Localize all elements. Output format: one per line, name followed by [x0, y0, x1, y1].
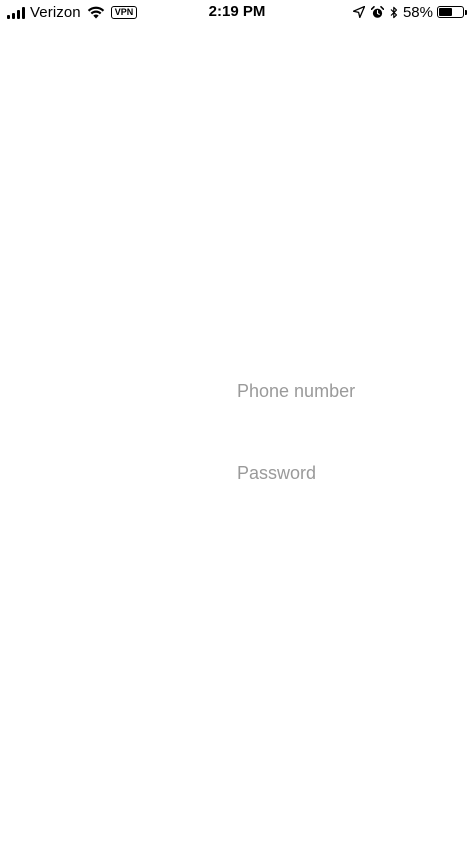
- location-arrow-icon: [352, 6, 365, 18]
- battery-tip: [465, 9, 467, 15]
- bluetooth-icon: [390, 6, 398, 18]
- status-bar-right: 58%: [352, 3, 467, 21]
- battery-level-fill: [439, 8, 452, 16]
- battery-percent: 58%: [402, 3, 433, 21]
- phone-number-input[interactable]: [237, 377, 457, 405]
- status-bar: Verizon VPN 2:19 PM 58%: [0, 0, 474, 24]
- battery-icon: [437, 6, 464, 18]
- password-input[interactable]: [237, 459, 457, 487]
- alarm-icon: [370, 5, 384, 18]
